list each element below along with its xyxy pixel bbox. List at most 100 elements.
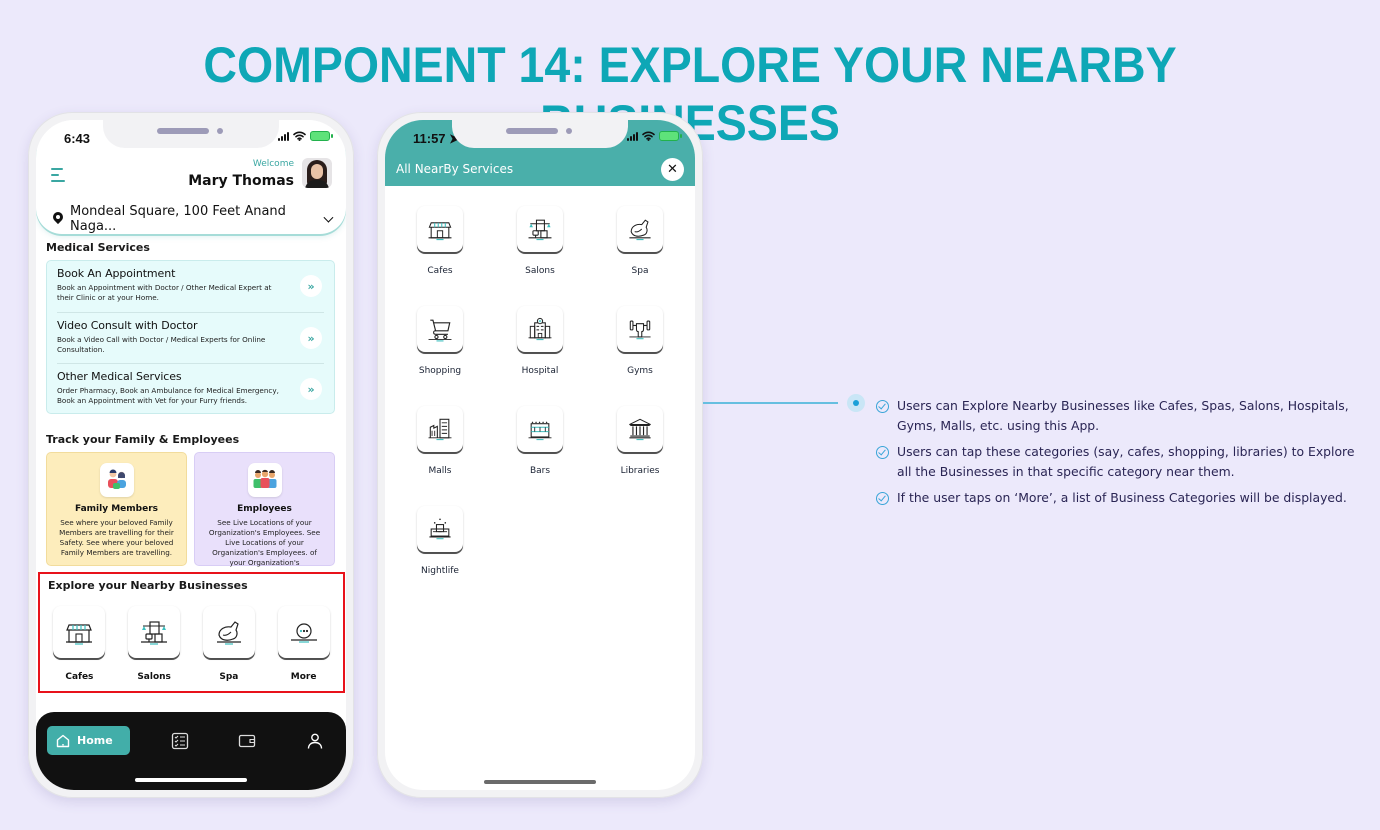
category-cafes[interactable]: Cafes — [49, 606, 109, 682]
nav-home-button[interactable]: Home — [47, 726, 130, 755]
service-label: Malls — [428, 466, 452, 476]
location-text: Mondeal Square, 100 Feet Anand Naga... — [70, 204, 286, 234]
home-indicator — [484, 780, 596, 784]
services-title: All NearBy Services — [396, 162, 514, 176]
location-selector[interactable]: Mondeal Square, 100 Feet Anand Naga... — [52, 204, 334, 234]
family-members-card[interactable]: Family Members See where your beloved Fa… — [46, 452, 187, 566]
family-icon — [99, 463, 134, 497]
employees-title: Employees — [237, 504, 292, 514]
service-spa[interactable]: Spa — [590, 206, 690, 276]
cafe-icon — [53, 606, 106, 658]
battery-charging-icon — [659, 131, 682, 141]
status-time: 6:43 — [64, 131, 91, 146]
nightlife-icon — [417, 506, 463, 552]
signal-icon — [278, 131, 289, 141]
category-spa[interactable]: Spa — [199, 606, 259, 682]
salon-icon — [517, 206, 563, 252]
wallet-icon[interactable] — [238, 732, 256, 750]
service-cafes[interactable]: Cafes — [390, 206, 490, 276]
more-icon — [277, 606, 330, 658]
category-label: Salons — [137, 672, 171, 682]
service-salons[interactable]: Salons — [490, 206, 590, 276]
service-libraries[interactable]: Libraries — [590, 406, 690, 476]
home-screen: 6:43 Welcome Mary Thomas Mondeal Square,… — [36, 120, 346, 790]
family-members-desc: See where your beloved Family Members ar… — [59, 518, 174, 557]
medical-services-title: Medical Services — [46, 241, 150, 254]
spa-icon — [617, 206, 663, 252]
service-label: Bars — [529, 466, 551, 476]
phone-notch — [452, 120, 628, 148]
medical-services-card: Book An Appointment Book an Appointment … — [46, 260, 335, 414]
chevron-right-icon[interactable]: » — [300, 327, 322, 349]
salon-icon — [128, 606, 181, 658]
medical-item-desc: Order Pharmacy, Book an Ambulance for Me… — [57, 386, 279, 405]
all-services-screen: All NearBy Services ✕ 11:57 ➤ Cafes Salo… — [385, 120, 695, 790]
service-malls[interactable]: Malls — [390, 406, 490, 476]
checklist-icon[interactable] — [171, 732, 189, 750]
service-bars[interactable]: Bars — [490, 406, 590, 476]
status-icons — [278, 131, 333, 141]
medical-item-title: Book An Appointment — [57, 267, 176, 280]
status-icons — [627, 131, 682, 141]
chevron-right-icon[interactable]: » — [300, 275, 322, 297]
welcome-label: Welcome — [252, 159, 294, 169]
bullet-item: Users can tap these categories (say, caf… — [876, 442, 1366, 482]
battery-charging-icon — [310, 131, 333, 141]
wifi-icon — [642, 131, 655, 141]
service-gyms[interactable]: Gyms — [590, 306, 690, 376]
service-label: Salons — [525, 266, 555, 276]
chevron-down-icon — [323, 212, 334, 222]
location-pin-icon — [52, 212, 64, 226]
service-label: Libraries — [620, 466, 660, 476]
medical-item-other-services[interactable]: Other Medical Services Order Pharmacy, B… — [57, 363, 324, 414]
explore-nearby-section: Explore your Nearby Businesses Cafes Sal… — [38, 572, 345, 693]
dumbbell-icon — [617, 306, 663, 352]
category-salons[interactable]: Salons — [124, 606, 184, 682]
medical-item-desc: Book an Appointment with Doctor / Other … — [57, 283, 272, 302]
feature-bullets: Users can Explore Nearby Businesses like… — [876, 396, 1366, 514]
service-label: Cafes — [427, 266, 453, 276]
service-label: Hospital — [521, 366, 559, 376]
user-name: Mary Thomas — [188, 173, 294, 189]
service-label: Spa — [631, 266, 649, 276]
category-more[interactable]: More — [274, 606, 334, 682]
service-hospital[interactable]: Hospital — [490, 306, 590, 376]
category-label: Cafes — [65, 672, 94, 682]
close-icon[interactable]: ✕ — [661, 158, 684, 181]
profile-icon[interactable] — [306, 732, 324, 750]
service-label: Gyms — [627, 366, 653, 376]
hospital-icon — [517, 306, 563, 352]
medical-item-desc: Book a Video Call with Doctor / Medical … — [57, 335, 266, 354]
connector-line — [703, 402, 838, 404]
cafe-icon — [417, 206, 463, 252]
service-label: Shopping — [418, 366, 462, 376]
employees-card[interactable]: Employees See Live Locations of your Org… — [194, 452, 335, 567]
category-row: Cafes Salons Spa More — [40, 606, 343, 682]
bullet-item: If the user taps on ‘More’, a list of Bu… — [876, 488, 1366, 508]
cart-icon — [417, 306, 463, 352]
medical-item-title: Other Medical Services — [57, 370, 182, 383]
bar-icon — [517, 406, 563, 452]
track-section-title: Track your Family & Employees — [46, 433, 240, 446]
check-circle-icon — [876, 446, 889, 459]
mall-icon — [417, 406, 463, 452]
medical-item-video-consult[interactable]: Video Consult with Doctor Book a Video C… — [57, 312, 324, 363]
service-label: Nightlife — [421, 566, 459, 576]
avatar[interactable] — [302, 158, 332, 188]
phone-home-screen: 6:43 Welcome Mary Thomas Mondeal Square,… — [28, 112, 354, 798]
explore-section-title: Explore your Nearby Businesses — [48, 579, 248, 592]
medical-item-book-appointment[interactable]: Book An Appointment Book an Appointment … — [57, 261, 324, 312]
check-circle-icon — [876, 492, 889, 505]
check-circle-icon — [876, 400, 889, 413]
hamburger-icon[interactable] — [51, 168, 67, 182]
phone-notch — [103, 120, 279, 148]
service-nightlife[interactable]: Nightlife — [390, 506, 490, 576]
home-indicator — [135, 778, 247, 782]
bottom-navigation: Home — [36, 712, 346, 790]
service-shopping[interactable]: Shopping — [390, 306, 490, 376]
category-label: More — [290, 672, 317, 682]
employees-icon — [247, 463, 282, 497]
spa-icon — [202, 606, 255, 658]
chevron-right-icon[interactable]: » — [300, 378, 322, 400]
category-label: Spa — [219, 672, 239, 682]
